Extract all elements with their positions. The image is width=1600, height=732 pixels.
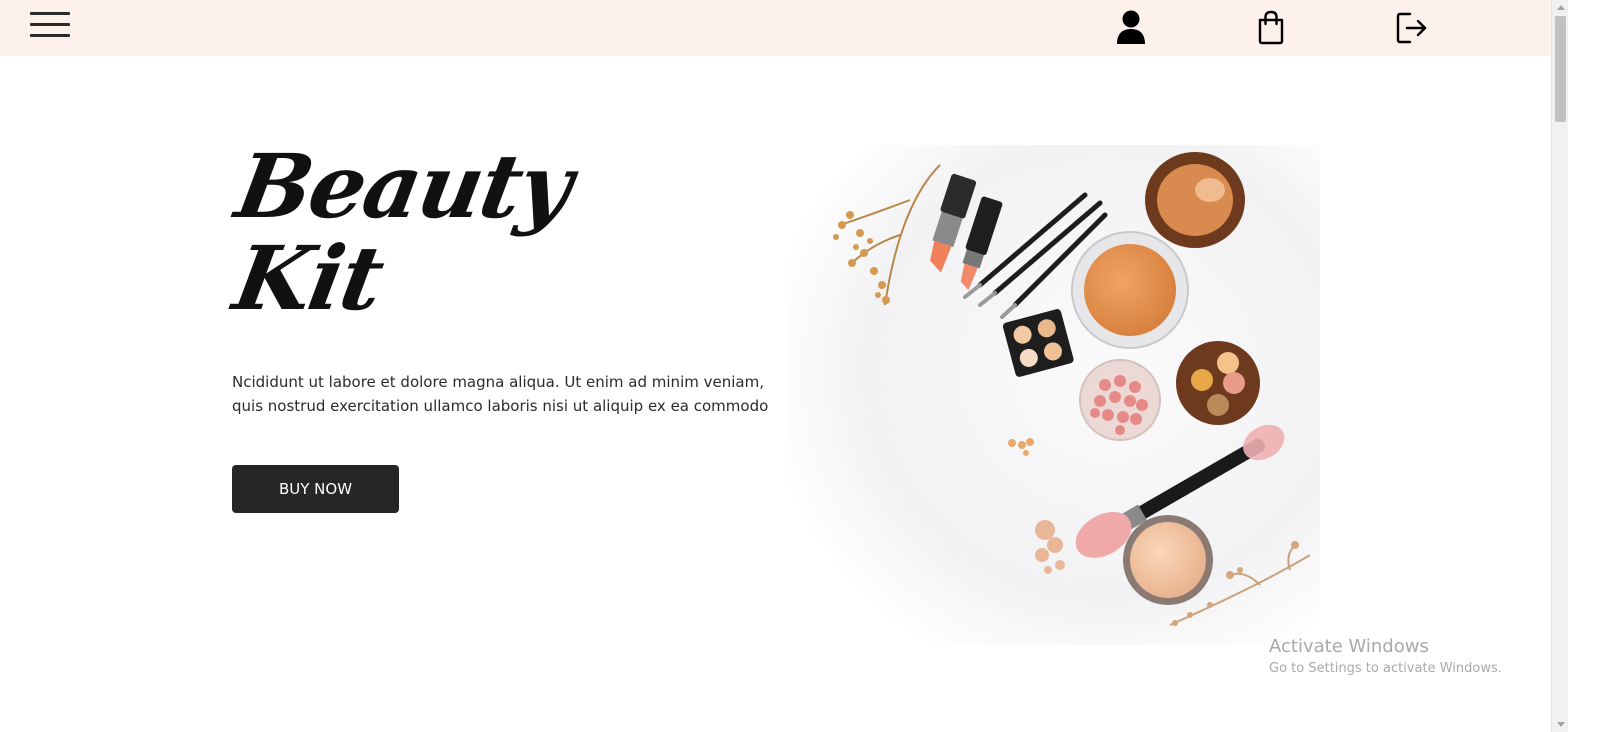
hero-description: Ncididunt ut labore et dolore magna aliq… [232,370,772,418]
hero-title-line-1: Beauty [228,134,579,238]
user-icon[interactable] [1114,8,1148,46]
shopping-bag-icon[interactable] [1254,8,1288,46]
hamburger-menu-icon[interactable] [30,12,70,40]
watermark-title: Activate Windows [1269,636,1429,657]
scroll-down-arrow-icon[interactable] [1557,722,1565,727]
watermark-subtitle: Go to Settings to activate Windows. [1269,661,1502,676]
hero-title-line-2: Kit [226,226,390,330]
scrollbar-thumb[interactable] [1555,16,1566,122]
cosmetics-product-image [790,145,1320,645]
top-nav-bar [0,0,1551,56]
hero-title: Beauty Kit [214,134,579,330]
logout-icon[interactable] [1394,8,1428,46]
hero-description-line-2: quis nostrud exercitation ullamco labori… [232,397,769,415]
vertical-scrollbar[interactable] [1551,0,1568,732]
buy-now-button[interactable]: BUY NOW [232,465,399,513]
scroll-up-arrow-icon[interactable] [1557,5,1565,10]
windows-activation-watermark: Activate Windows Go to Settings to activ… [1269,636,1502,680]
hero-description-line-1: Ncididunt ut labore et dolore magna aliq… [232,373,764,391]
